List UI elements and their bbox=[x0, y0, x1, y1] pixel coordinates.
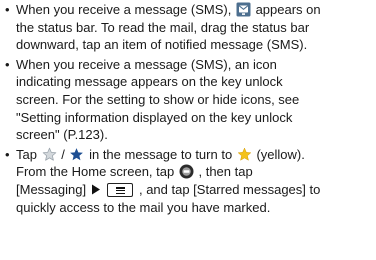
note-text: "Setting information displayed on the ke… bbox=[16, 109, 293, 125]
notes-list: When you receive a message (SMS), appear… bbox=[0, 1, 370, 216]
note-text: quickly access to the mail you have mark… bbox=[16, 199, 271, 215]
note-text: , and tap [Starred messages] to bbox=[138, 181, 321, 197]
note-text: / bbox=[61, 146, 65, 162]
document-body: When you receive a message (SMS), appear… bbox=[0, 0, 376, 216]
note-text: , then tap bbox=[198, 164, 253, 180]
sms-notification-icon bbox=[236, 2, 251, 17]
note-text: screen" (P.123). bbox=[16, 127, 108, 143]
note-item-key-unlock: When you receive a message (SMS), an ico… bbox=[0, 56, 370, 144]
star-yellow-icon bbox=[237, 147, 252, 162]
note-text: the status bar. To read the mail, drag t… bbox=[16, 19, 310, 35]
note-text: indicating message appears on the key un… bbox=[16, 74, 283, 90]
menu-key-icon bbox=[107, 182, 134, 197]
note-text: Tap bbox=[16, 146, 37, 162]
note-item-starred: Tap / in the message to turn to (yellow)… bbox=[0, 146, 370, 216]
note-text: downward, tap an item of notified messag… bbox=[16, 37, 308, 53]
note-text: When you receive a message (SMS), bbox=[16, 2, 232, 17]
note-text: From the Home screen, tap bbox=[16, 164, 175, 180]
note-text: When you receive a message (SMS), an ico… bbox=[16, 56, 277, 72]
apps-icon bbox=[179, 164, 194, 179]
note-text: (yellow). bbox=[256, 146, 305, 162]
note-text: in the message to turn to bbox=[89, 146, 233, 162]
note-text: appears on bbox=[255, 2, 321, 17]
note-item-sms-status: When you receive a message (SMS), appear… bbox=[0, 1, 370, 54]
right-triangle-icon bbox=[91, 182, 101, 197]
note-text: screen. For the setting to show or hide … bbox=[16, 91, 300, 107]
star-filled-icon bbox=[69, 147, 84, 162]
star-outline-icon bbox=[42, 147, 57, 162]
note-text: [Messaging] bbox=[16, 181, 87, 197]
